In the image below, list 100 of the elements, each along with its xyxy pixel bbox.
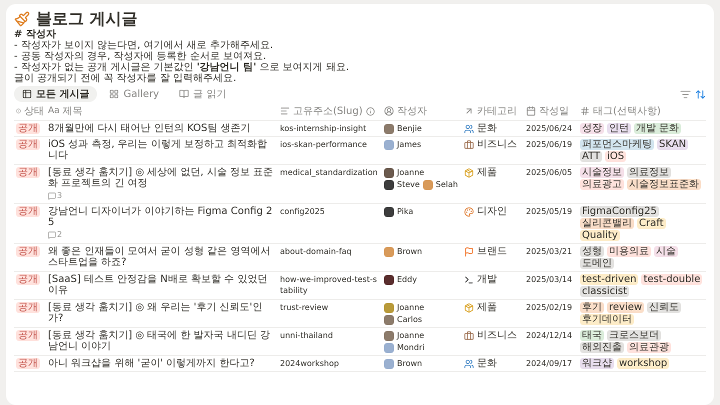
post-title: 강남언니 디자이너가 이야기하는 Figma Config 25 (48, 206, 274, 228)
status-badge: 공개 (16, 302, 40, 313)
notes-heading: # 작성자 (14, 29, 57, 40)
tag: Quality (580, 230, 620, 241)
category-label: 브랜드 (477, 246, 507, 257)
date-text: 2025/06/05 (526, 167, 572, 178)
note-line: 글이 공개되기 전에 꼭 작성자를 잘 입력해주세요. (14, 73, 238, 84)
view-tab[interactable]: Gallery (101, 88, 168, 100)
tag: SKAN (657, 139, 688, 150)
column-label: 상태 (24, 105, 44, 118)
tag: test-double (641, 274, 702, 285)
tag: 태국 (580, 330, 604, 341)
date-text: 2025/03/14 (526, 274, 572, 285)
slug-text: config2025 (280, 206, 325, 217)
tag: 후기 (580, 302, 604, 313)
author-name: Benjie (397, 123, 422, 134)
slug-text: 2024workshop (280, 358, 339, 369)
tag: review (607, 302, 644, 313)
category-label: 개발 (477, 274, 497, 285)
date-text: 2024/09/17 (526, 358, 572, 369)
status-badge: 공개 (16, 330, 40, 341)
view-tab[interactable]: 글 읽기 (171, 86, 234, 102)
tag: 미용의료 (607, 246, 651, 257)
slug-text: trust-review (280, 302, 328, 313)
tag: 워크샵 (580, 358, 614, 369)
column-label: 고유주소(Slug) (293, 105, 363, 118)
status-badge: 공개 (16, 167, 40, 178)
column-header[interactable]: 고유주소(Slug) (278, 102, 382, 120)
tag: 인턴 (607, 123, 631, 134)
category-label: 문화 (477, 123, 497, 134)
status-badge: 공개 (16, 246, 40, 257)
tag: 의료관광 (627, 342, 671, 353)
column-header[interactable]: 작성일 (524, 102, 578, 120)
tag: workshop (617, 358, 670, 369)
author-name: Selah (436, 179, 458, 190)
author-name: James (397, 139, 422, 150)
category-label: 문화 (477, 358, 497, 369)
post-title: [동료 생각 훔치기] ◎ 왜 우리는 '후기 신뢰도'인가? (48, 302, 264, 324)
column-header[interactable]: 작성자 (382, 102, 462, 120)
tag: 해외진출 (580, 342, 624, 353)
tag: ATT (580, 151, 602, 162)
column-header[interactable]: 태그(선택사항) (578, 102, 706, 120)
tag: 실리콘밸리 (580, 218, 634, 229)
date-text: 2025/06/24 (526, 123, 572, 134)
tag: 후기데이터 (580, 314, 634, 325)
column-label: 제목 (62, 105, 83, 118)
column-label: 카테고리 (477, 105, 517, 118)
tag: test-driven (580, 274, 638, 285)
tag: 시술정보표준화 (627, 179, 701, 190)
slug-text: unni-thailand (280, 330, 333, 341)
column-header[interactable]: 상태 (14, 102, 46, 120)
date-text: 2025/03/21 (526, 246, 572, 257)
status-badge: 공개 (16, 206, 40, 217)
category-label: 제품 (477, 302, 497, 313)
view-tab[interactable]: 모든 게시글 (14, 86, 98, 102)
author-name: Joanne (397, 167, 424, 178)
author-name: Steve (397, 179, 420, 190)
date-text: 2024/12/14 (526, 330, 572, 341)
status-badge: 공개 (16, 358, 40, 369)
tag: FigmaConfig25 (580, 206, 659, 217)
post-title: 왜 좋은 인재들이 모여서 굳이 성형 같은 영역에서 스타트업을 하죠? (48, 246, 272, 268)
tag: 성장 (580, 123, 604, 134)
slug-text: ios-skan-performance (280, 139, 367, 150)
status-badge: 공개 (16, 274, 40, 285)
status-badge: 공개 (16, 139, 40, 150)
tag: iOS (605, 151, 626, 162)
text-type-icon: Aa (48, 106, 60, 116)
status-badge: 공개 (16, 123, 40, 134)
slug-text: about-domain-faq (280, 246, 352, 257)
tag: 의료광고 (580, 179, 624, 190)
tag: Craft (637, 218, 666, 229)
tag: 개발 문화 (634, 123, 682, 134)
column-label: 작성자 (397, 105, 427, 118)
category-label: 디자인 (477, 206, 507, 217)
post-title: 아니 워크샵을 위해 '굳이' 이렇게까지 한다고? (48, 358, 255, 369)
author-name: Joanne (397, 302, 424, 313)
slug-text: kos-internship-insight (280, 123, 366, 134)
slug-text: how-we-improved-test-stability (280, 274, 378, 296)
column-label: 태그(선택사항) (593, 105, 661, 118)
column-header[interactable]: 카테고리 (462, 102, 524, 120)
tag: 도메인 (580, 258, 614, 269)
tag: 퍼포먼스마케팅 (580, 139, 654, 150)
post-title: 8개월만에 다시 태어난 인턴의 KOS팀 생존기 (48, 123, 250, 134)
author-name: Joanne (397, 330, 424, 341)
tag: 신뢰도 (647, 302, 682, 313)
tag: 성형 (580, 246, 604, 257)
post-title: [동료 생각 훔치기] ◎ 태국에 한 발자국 내디딘 강남언니 이야기 (48, 330, 271, 352)
date-text: 2025/05/19 (526, 206, 572, 217)
page-title: 블로그 게시글 (36, 9, 138, 29)
tag: 시술 (654, 246, 678, 257)
note-line: - 공동 작성자의 경우, 작성자에 등록한 순서로 보여져요. (14, 51, 268, 62)
column-header[interactable]: Aa 제목 (46, 102, 278, 120)
category-label: 제품 (477, 167, 497, 178)
date-text: 2025/02/19 (526, 302, 572, 313)
category-label: 비즈니스 (477, 139, 517, 150)
author-name: Brown (397, 358, 422, 369)
tag: 크로스보더 (607, 330, 661, 341)
author-name: Pika (397, 206, 414, 217)
tag: 의료정보 (627, 167, 671, 178)
tag: 시술정보 (580, 167, 624, 178)
